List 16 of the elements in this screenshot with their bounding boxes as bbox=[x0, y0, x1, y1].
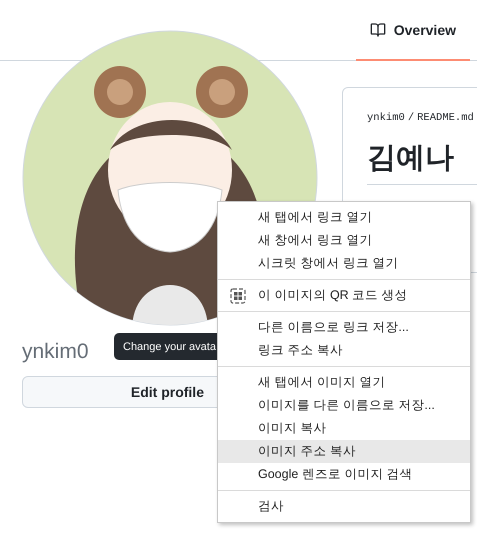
overview-tab[interactable]: Overview bbox=[356, 1, 470, 61]
book-icon bbox=[370, 22, 386, 38]
menu-item[interactable]: 이미지 복사 bbox=[218, 417, 470, 440]
menu-item[interactable]: 검사 bbox=[218, 495, 470, 518]
username: ynkim0 bbox=[22, 340, 89, 364]
menu-item[interactable]: Google 렌즈로 이미지 검색 bbox=[218, 463, 470, 486]
menu-item[interactable]: 새 탭에서 링크 열기 bbox=[218, 206, 470, 229]
readme-heading: 김예나 bbox=[367, 138, 477, 185]
menu-item[interactable]: 이 이미지의 QR 코드 생성 bbox=[218, 284, 470, 307]
breadcrumb-text: ynkim0 bbox=[367, 112, 405, 124]
qr-code-icon bbox=[230, 288, 246, 304]
breadcrumb-text: README.md bbox=[417, 112, 474, 124]
menu-item[interactable]: 새 창에서 링크 열기 bbox=[218, 229, 470, 252]
menu-item[interactable]: 이미지 주소 복사 bbox=[218, 440, 470, 463]
menu-item[interactable]: 시크릿 창에서 링크 열기 bbox=[218, 252, 470, 275]
breadcrumb-text: / bbox=[408, 112, 414, 124]
